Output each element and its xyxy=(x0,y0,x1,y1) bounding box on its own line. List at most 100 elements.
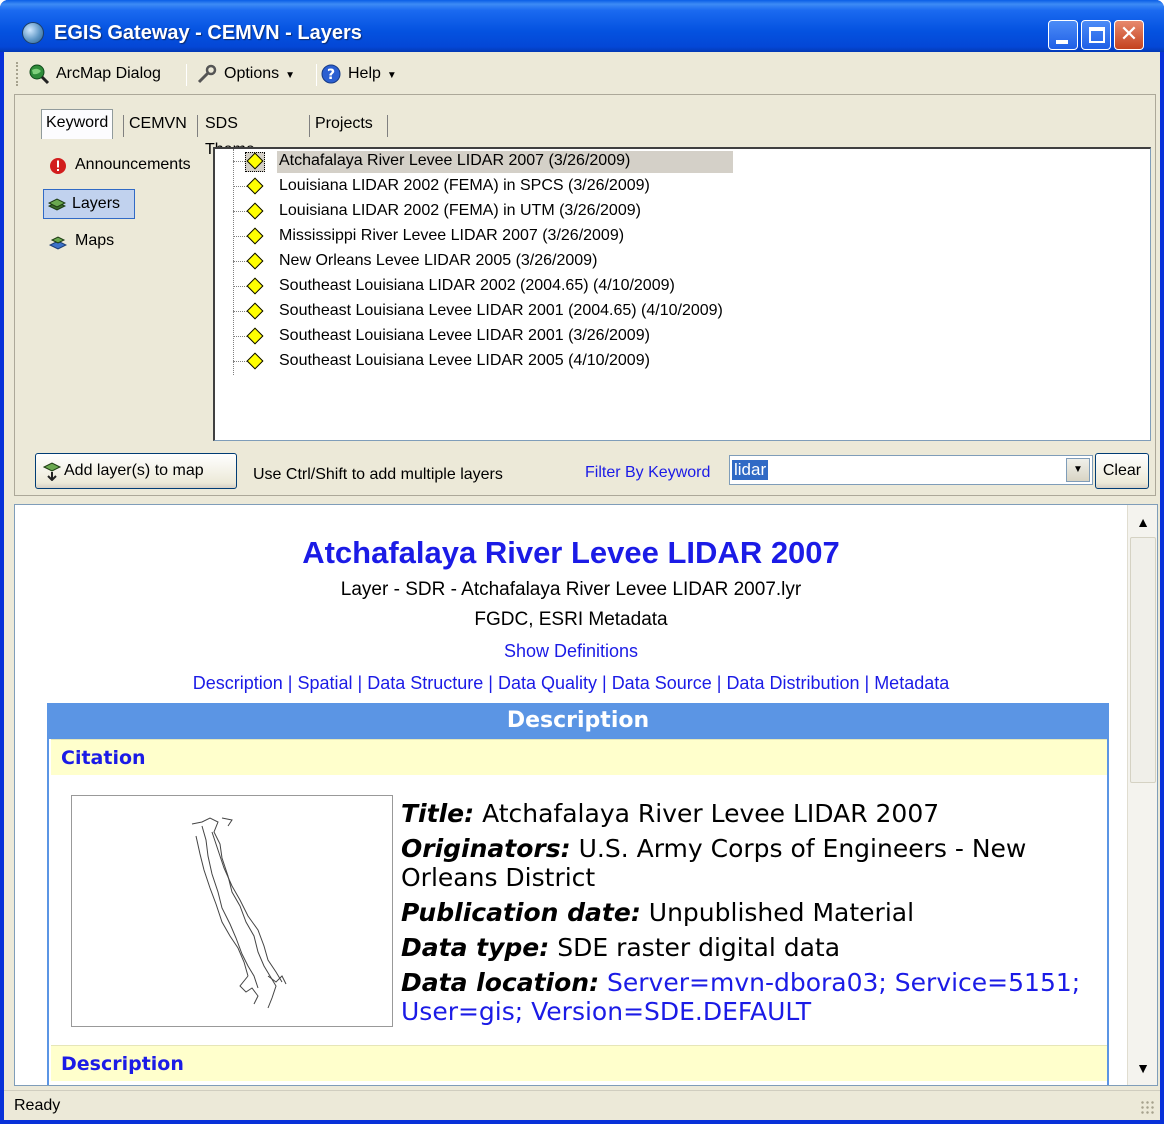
field-originators: Originators: U.S. Army Corps of Engineer… xyxy=(401,834,1101,892)
tree-connector xyxy=(233,261,247,262)
tab-separator xyxy=(387,115,388,137)
field-pubdate-key: Publication date: xyxy=(401,898,641,927)
sidebar-item-announcements[interactable]: Announcements xyxy=(45,151,191,181)
field-title-value: Atchafalaya River Levee LIDAR 2007 xyxy=(482,799,940,828)
app-globe-icon xyxy=(22,22,44,44)
tree-item-label: New Orleans Levee LIDAR 2005 (3/26/2009) xyxy=(279,252,598,269)
svg-text:?: ? xyxy=(327,67,335,83)
show-definitions-link[interactable]: Show Definitions xyxy=(15,641,1127,662)
tab-keyword[interactable]: Keyword xyxy=(41,109,114,139)
menu-arcmap-dialog[interactable]: ArcMap Dialog xyxy=(26,62,161,86)
scroll-thumb[interactable] xyxy=(1130,537,1156,783)
app-window: EGIS Gateway - CEMVN - Layers ✕ ArcMap D… xyxy=(0,0,1164,1124)
field-datatype-value: SDE raster digital data xyxy=(557,933,841,962)
filter-label: Filter By Keyword xyxy=(585,464,711,481)
nav-link-metadata[interactable]: Metadata xyxy=(874,673,949,693)
tab-projects[interactable]: Projects xyxy=(311,111,377,139)
vertical-scrollbar[interactable]: ▲ ▼ xyxy=(1127,505,1157,1085)
tree-connector xyxy=(233,211,247,212)
description-header: Description xyxy=(47,703,1109,739)
scroll-up-icon[interactable]: ▲ xyxy=(1130,509,1156,535)
tree-connector xyxy=(233,186,247,187)
tab-sds-theme[interactable]: SDS Theme xyxy=(201,111,259,158)
tree-item[interactable]: Louisiana LIDAR 2002 (FEMA) in SPCS (3/2… xyxy=(215,174,1150,199)
tree-item[interactable]: Mississippi River Levee LIDAR 2007 (3/26… xyxy=(215,224,1150,249)
minimize-icon xyxy=(1056,40,1068,44)
globe-search-icon xyxy=(29,64,50,85)
toolbar-grip[interactable] xyxy=(16,62,19,86)
multi-select-hint: Use Ctrl/Shift to add multiple layers xyxy=(253,466,503,483)
maximize-button[interactable] xyxy=(1081,20,1111,50)
alert-icon xyxy=(50,158,66,174)
tree-connector xyxy=(233,361,247,362)
citation-heading: Citation xyxy=(51,739,1107,775)
layer-thumbnail xyxy=(71,795,393,1027)
menu-help-label: Help xyxy=(348,65,381,82)
tree-item-label: Southeast Louisiana LIDAR 2002 (2004.65)… xyxy=(279,277,675,294)
tab-separator xyxy=(197,115,198,137)
dropdown-arrow-icon[interactable]: ▼ xyxy=(1066,458,1090,482)
tree-item[interactable]: Southeast Louisiana Levee LIDAR 2005 (4/… xyxy=(215,349,1150,374)
tab-separator xyxy=(309,115,310,137)
tree-item[interactable]: Louisiana LIDAR 2002 (FEMA) in UTM (3/26… xyxy=(215,199,1150,224)
close-button[interactable]: ✕ xyxy=(1114,20,1144,50)
title-bar[interactable]: EGIS Gateway - CEMVN - Layers ✕ xyxy=(0,0,1164,52)
tree-item-label: Southeast Louisiana Levee LIDAR 2005 (4/… xyxy=(279,352,650,369)
nav-link-data-distribution[interactable]: Data Distribution xyxy=(726,673,859,693)
tree-connector xyxy=(233,286,247,287)
chevron-down-icon: ▼ xyxy=(386,70,397,81)
nav-link-data-quality[interactable]: Data Quality xyxy=(498,673,597,693)
status-text: Ready xyxy=(14,1097,61,1114)
layer-diamond-icon xyxy=(246,202,264,220)
field-title: Title: Atchafalaya River Levee LIDAR 200… xyxy=(401,799,1101,828)
doc-title: Atchafalaya River Levee LIDAR 2007 xyxy=(302,535,840,570)
sidebar-item-layers[interactable]: Layers xyxy=(43,189,135,219)
field-title-key: Title: xyxy=(401,799,475,828)
tree-item-label: Louisiana LIDAR 2002 (FEMA) in SPCS (3/2… xyxy=(279,177,650,194)
tab-separator xyxy=(123,115,124,137)
nav-link-spatial[interactable]: Spatial xyxy=(297,673,352,693)
layer-diamond-icon xyxy=(246,227,264,245)
doc-metadata-types: FGDC, ESRI Metadata xyxy=(474,609,668,630)
scroll-down-icon[interactable]: ▼ xyxy=(1130,1055,1156,1081)
sidebar-item-maps[interactable]: Maps xyxy=(45,227,114,257)
citation-fields: Title: Atchafalaya River Levee LIDAR 200… xyxy=(401,799,1101,1032)
chevron-down-icon: ▼ xyxy=(285,70,296,81)
section-nav: Description | Spatial | Data Structure |… xyxy=(192,673,950,693)
add-layers-button[interactable]: Add layer(s) to map xyxy=(35,453,237,489)
river-thumbnail-image xyxy=(191,817,287,1009)
maximize-icon xyxy=(1089,27,1105,43)
minimize-button[interactable] xyxy=(1048,20,1078,50)
maps-icon xyxy=(49,236,67,250)
tree-connector xyxy=(233,311,247,312)
tree-item[interactable]: Southeast Louisiana LIDAR 2002 (2004.65)… xyxy=(215,274,1150,299)
field-location-key: Data location: xyxy=(401,968,600,997)
field-pubdate: Publication date: Unpublished Material xyxy=(401,898,1101,927)
layer-diamond-icon xyxy=(246,352,264,370)
tree-connector xyxy=(233,236,247,237)
tree-item[interactable]: Atchafalaya River Levee LIDAR 2007 (3/26… xyxy=(215,149,1150,174)
keyword-filter-combo[interactable]: lidar ▼ xyxy=(729,455,1093,485)
layer-diamond-icon xyxy=(246,327,264,345)
metadata-viewer[interactable]: Atchafalaya River Levee LIDAR 2007 Layer… xyxy=(14,504,1158,1086)
tree-item-label: Louisiana LIDAR 2002 (FEMA) in UTM (3/26… xyxy=(279,202,641,219)
nav-link-data-structure[interactable]: Data Structure xyxy=(367,673,483,693)
field-datatype: Data type: SDE raster digital data xyxy=(401,933,1101,962)
resize-grip-icon[interactable] xyxy=(1140,1100,1156,1116)
layer-action-bar: Add layer(s) to map Use Ctrl/Shift to ad… xyxy=(15,449,1155,491)
field-originators-key: Originators: xyxy=(401,834,571,863)
nav-link-description[interactable]: Description xyxy=(193,673,283,693)
sidebar-item-label: Announcements xyxy=(75,156,191,173)
menu-options[interactable]: Options ▼ xyxy=(194,62,295,86)
tree-item[interactable]: Southeast Louisiana Levee LIDAR 2001 (20… xyxy=(215,299,1150,324)
tree-item-label: Mississippi River Levee LIDAR 2007 (3/26… xyxy=(279,227,625,244)
tree-item[interactable]: Southeast Louisiana Levee LIDAR 2001 (3/… xyxy=(215,324,1150,349)
nav-link-data-source[interactable]: Data Source xyxy=(612,673,712,693)
menu-help[interactable]: ? Help ▼ xyxy=(318,62,397,86)
doc-subtitle: Layer - SDR - Atchafalaya River Levee LI… xyxy=(340,579,802,600)
tree-item[interactable]: New Orleans Levee LIDAR 2005 (3/26/2009) xyxy=(215,249,1150,274)
tab-cemvn[interactable]: CEMVN xyxy=(125,111,191,139)
layer-tree[interactable]: Atchafalaya River Levee LIDAR 2007 (3/26… xyxy=(213,147,1151,441)
tree-item-label: Atchafalaya River Levee LIDAR 2007 (3/26… xyxy=(277,151,733,173)
clear-button[interactable]: Clear xyxy=(1095,453,1149,489)
